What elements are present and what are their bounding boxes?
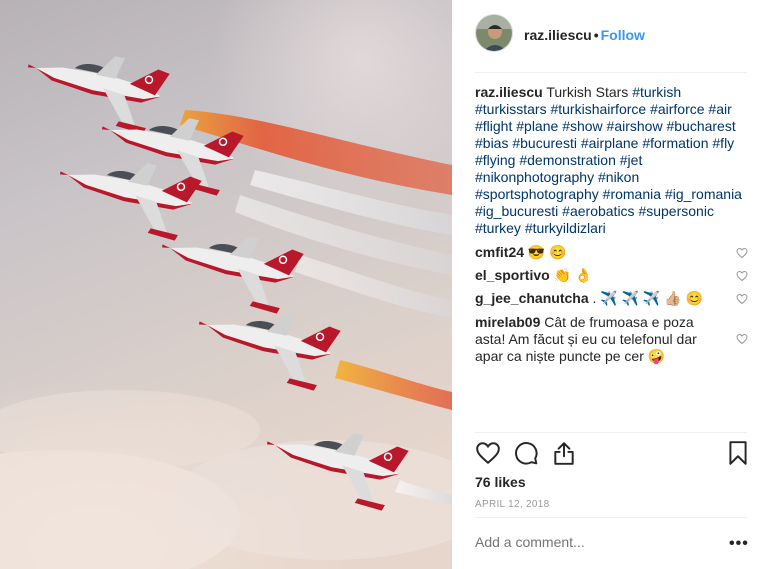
hashtag-link[interactable]: #bias [475,135,508,151]
hashtag-link[interactable]: #sportsphotography [475,186,599,202]
follow-button[interactable]: Follow [601,27,645,43]
caption: raz.iliescu Turkish Stars #turkish #turk… [475,84,745,237]
hashtag-link[interactable]: #air [708,101,731,117]
hashtag-link[interactable]: #supersonic [638,203,714,219]
hashtag-link[interactable]: #show [562,118,602,134]
hashtag-link[interactable]: #turkyildizlari [525,220,606,236]
heart-icon[interactable] [736,270,748,282]
heart-icon[interactable] [736,333,748,345]
hashtag-link[interactable]: #bucuresti [512,135,577,151]
hashtag-list: #turkish #turkisstars #turkishairforce #… [475,84,742,236]
hashtag-link[interactable]: #jet [620,152,643,168]
header-text: raz.iliescu • Follow [524,27,645,43]
share-icon[interactable] [551,440,577,466]
avatar[interactable] [475,14,513,52]
more-options-icon[interactable]: ••• [729,535,749,553]
hashtag-link[interactable]: #bucharest [666,118,735,134]
hashtag-link[interactable]: #flight [475,118,512,134]
hashtag-link[interactable]: #ig_bucuresti [475,203,558,219]
add-comment-input[interactable] [475,534,705,550]
hashtag-link[interactable]: #turkishairforce [550,101,646,117]
caption-text: Turkish Stars [546,84,629,100]
hashtag-link[interactable]: #demonstration [519,152,616,168]
hashtag-link[interactable]: #romania [603,186,661,202]
hashtag-link[interactable]: #airplane [581,135,639,151]
action-bar [475,440,751,470]
comment-username[interactable]: el_sportivo [475,267,550,283]
hashtag-link[interactable]: #airshow [607,118,663,134]
username-link[interactable]: raz.iliescu [524,27,592,43]
hashtag-link[interactable]: #flying [475,152,515,168]
heart-icon[interactable] [736,293,748,305]
comment-username[interactable]: mirelab09 [475,314,540,330]
hashtag-link[interactable]: #nikonphotography [475,169,594,185]
likes-count[interactable]: 76 likes [475,474,526,490]
avatar-image [476,15,512,51]
caption-username[interactable]: raz.iliescu [475,84,543,100]
comment-item: el_sportivo 👏 👌 [475,267,725,284]
comment-username[interactable]: g_jee_chanutcha [475,290,589,306]
jets-formation-image [0,0,452,569]
hashtag-link[interactable]: #turkisstars [475,101,547,117]
hashtag-link[interactable]: #plane [516,118,558,134]
comment-item: mirelab09 Cât de frumoasa e poza asta! A… [475,314,725,365]
comment-item: cmfit24 😎 😊 [475,244,725,261]
comment-text: . ✈️ ✈️ ✈️ 👍🏼 😊 [592,290,704,306]
post-date: APRIL 12, 2018 [475,499,550,510]
hashtag-link[interactable]: #nikon [598,169,639,185]
hashtag-link[interactable]: #formation [642,135,708,151]
post-header: raz.iliescu • Follow [453,0,768,72]
comment-text: 😎 😊 [527,244,567,260]
bookmark-icon[interactable] [725,440,751,466]
hashtag-link[interactable]: #turkey [475,220,521,236]
heart-icon[interactable] [736,247,748,259]
hashtag-link[interactable]: #turkish [632,84,681,100]
divider [475,72,747,73]
hashtag-link[interactable]: #aerobatics [562,203,634,219]
hashtag-link[interactable]: #ig_romania [665,186,742,202]
divider [475,432,747,433]
hashtag-link[interactable]: #airforce [650,101,704,117]
comment-icon[interactable] [513,440,539,466]
separator-dot: • [593,27,599,43]
post-photo[interactable] [0,0,452,569]
hashtag-link[interactable]: #fly [712,135,734,151]
comment-username[interactable]: cmfit24 [475,244,524,260]
comment-item: g_jee_chanutcha . ✈️ ✈️ ✈️ 👍🏼 😊 [475,290,725,307]
heart-icon[interactable] [475,440,501,466]
divider [475,517,747,518]
comment-text: 👏 👌 [553,267,593,283]
post-details-panel: raz.iliescu • Follow raz.iliescu Turkish S… [453,0,768,569]
